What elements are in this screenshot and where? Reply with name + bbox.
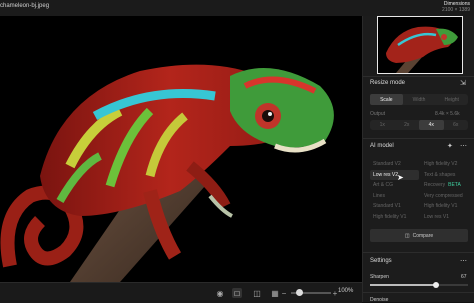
thumbnail-image bbox=[378, 17, 462, 73]
compare-label: Compare bbox=[412, 232, 434, 239]
sharpen-slider[interactable] bbox=[370, 282, 468, 288]
image-thumbnail[interactable] bbox=[377, 16, 463, 74]
output-value: 8.4k × 5.6k bbox=[435, 111, 460, 117]
scale-selector: 1x 2x 4x 6x bbox=[370, 120, 468, 130]
scale-1x[interactable]: 1x bbox=[370, 120, 395, 130]
sparkle-icon[interactable]: ✦ bbox=[447, 142, 453, 150]
chameleon-image bbox=[0, 16, 362, 282]
right-sidebar: Resize mode ⇲ Scale Width Height Output … bbox=[362, 16, 474, 303]
side-by-side-icon[interactable]: ▦ bbox=[270, 288, 280, 298]
zoom-slider-thumb[interactable] bbox=[296, 289, 303, 296]
settings-icon[interactable]: ⋯ bbox=[460, 257, 467, 265]
model-lines[interactable]: Lines bbox=[370, 191, 419, 202]
dimensions-value: 2100 × 1389 bbox=[442, 7, 470, 13]
model-high-fidelity-v1-right[interactable]: High fidelity V1 bbox=[421, 201, 463, 212]
bottom-toolbar: ◉ □ ◫ ▦ − + 100% bbox=[0, 282, 362, 303]
model-low-res-v1[interactable]: Low res V1 bbox=[421, 212, 463, 223]
model-high-fidelity-v2[interactable]: High fidelity V2 bbox=[421, 159, 463, 170]
model-very-compressed[interactable]: Very compressed bbox=[421, 191, 463, 202]
compare-icon: ◫ bbox=[404, 232, 410, 239]
zoom-out-icon[interactable]: − bbox=[280, 288, 288, 298]
settings-title: Settings bbox=[370, 258, 392, 264]
denoise-label: Denoise bbox=[370, 297, 389, 303]
split-view-icon[interactable]: ◫ bbox=[252, 288, 262, 298]
model-recovery[interactable]: Recovery BETA bbox=[421, 180, 463, 191]
sharpen-value: 67 bbox=[461, 274, 467, 280]
image-canvas[interactable] bbox=[0, 16, 362, 282]
sharpen-slider-thumb[interactable] bbox=[432, 282, 439, 288]
model-standard-v1[interactable]: Standard V1 bbox=[370, 201, 419, 212]
model-art-cg[interactable]: Art & CG bbox=[370, 180, 419, 191]
model-text-shapes[interactable]: Text & shapes bbox=[421, 170, 463, 181]
dimensions-readout: Dimensions 2100 × 1389 bbox=[442, 1, 470, 13]
ai-model-list-right: High fidelity V2 Text & shapes Recovery B… bbox=[421, 159, 463, 222]
zoom-level: 100% bbox=[338, 288, 354, 294]
tab-scale[interactable]: Scale bbox=[370, 94, 403, 105]
more-options-icon[interactable]: ⋯ bbox=[460, 142, 467, 150]
single-view-icon[interactable]: □ bbox=[232, 288, 242, 298]
eye-icon[interactable]: ◉ bbox=[215, 288, 225, 298]
resize-arrows-icon[interactable]: ⇲ bbox=[460, 79, 466, 87]
ai-model-title: AI model bbox=[370, 143, 394, 149]
top-bar: chameleon-bj.jpeg Dimensions 2100 × 1389 bbox=[0, 0, 474, 16]
model-recovery-label: Recovery bbox=[424, 182, 446, 188]
mouse-cursor-icon: ➤ bbox=[397, 173, 404, 182]
model-high-fidelity-v1-left[interactable]: High fidelity V1 bbox=[370, 212, 419, 223]
beta-badge: BETA bbox=[448, 182, 461, 188]
tab-width[interactable]: Width bbox=[403, 94, 436, 105]
resize-mode-tabs: Scale Width Height bbox=[370, 94, 468, 105]
sharpen-slider-fill bbox=[370, 284, 436, 286]
file-name: chameleon-bj.jpeg bbox=[0, 3, 50, 9]
tab-height[interactable]: Height bbox=[435, 94, 468, 105]
zoom-slider[interactable] bbox=[291, 289, 331, 296]
compare-button[interactable]: ◫ Compare bbox=[370, 229, 468, 242]
ai-model-list-left: Standard V2 Low res V2 Art & CG Lines St… bbox=[370, 159, 419, 222]
resize-mode-title: Resize mode bbox=[370, 80, 406, 86]
scale-2x[interactable]: 2x bbox=[395, 120, 420, 130]
output-label: Output bbox=[370, 111, 386, 117]
scale-4x[interactable]: 4x bbox=[419, 120, 444, 130]
sharpen-label: Sharpen bbox=[370, 274, 389, 280]
model-standard-v2[interactable]: Standard V2 bbox=[370, 159, 419, 170]
model-low-res-v2[interactable]: Low res V2 bbox=[370, 169, 419, 180]
scale-6x[interactable]: 6x bbox=[444, 120, 469, 130]
